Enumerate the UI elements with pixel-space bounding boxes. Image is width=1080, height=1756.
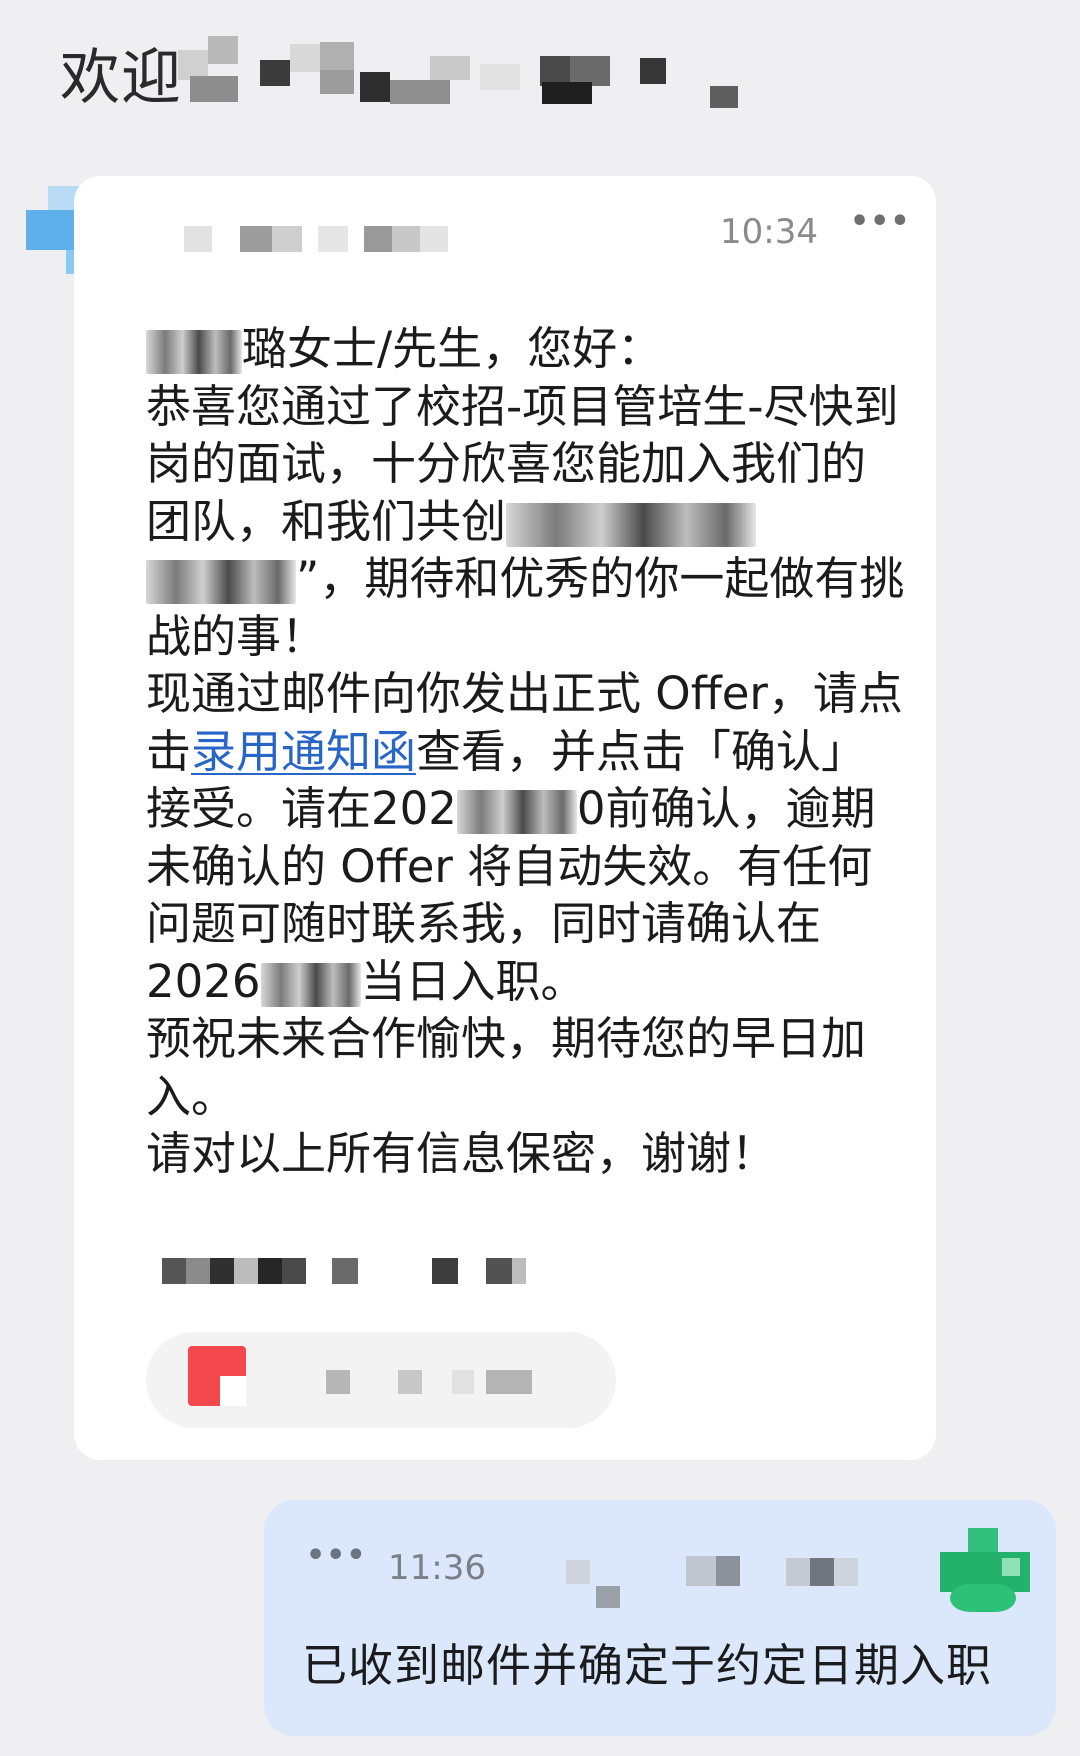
offer-attachment[interactable]: [146, 1332, 616, 1428]
confidential-text: 请对以上所有信息保密，谢谢！: [146, 1127, 777, 1180]
redacted-deadline-mask: [456, 790, 577, 834]
incoming-message-body: 璐女士/先生，您好： 恭喜您通过了校招-项目管培生-尽快到岗的面试，十分欣喜您能…: [146, 320, 906, 1183]
redacted-name-mask: [146, 330, 242, 374]
onboard-text: 当日入职。: [360, 954, 586, 1008]
chat-title: 欢迎: [60, 43, 182, 113]
redacted-title-mask: [178, 36, 738, 108]
redacted-onboard-date-mask: [260, 962, 361, 1007]
redacted-company-mask: [506, 502, 757, 547]
user-avatar[interactable]: [940, 1528, 1030, 1614]
more-horizontal-icon[interactable]: •••: [306, 1538, 367, 1573]
greeting-text: 璐女士/先生，您好：: [242, 322, 663, 375]
incoming-message-card[interactable]: 10:34 ••• 璐女士/先生，您好： 恭喜您通过了校招-项目管培生-尽快到岗…: [74, 176, 936, 1460]
outgoing-message-card[interactable]: ••• 11:36 已收到邮件并确定于约定日期入职: [264, 1500, 1056, 1736]
outgoing-message-text: 已收到邮件并确定于约定日期入职: [302, 1639, 993, 1692]
wish-text: 预祝未来合作愉快，期待您的早日加入。: [146, 1012, 867, 1123]
redacted-recipient-mask: [566, 1556, 858, 1608]
sender-name-mask: [184, 226, 448, 252]
redacted-attachment-name-mask: [326, 1370, 532, 1394]
redacted-slogan-mask: [146, 560, 296, 604]
incoming-timestamp: 10:34: [720, 212, 818, 252]
outgoing-timestamp: 11:36: [388, 1548, 486, 1588]
redacted-signature-mask: [162, 1258, 526, 1284]
document-icon: [188, 1346, 246, 1406]
offer-letter-link[interactable]: 录用通知函: [191, 725, 416, 778]
chat-header: 欢迎: [60, 36, 1020, 126]
more-horizontal-icon[interactable]: •••: [850, 204, 911, 239]
